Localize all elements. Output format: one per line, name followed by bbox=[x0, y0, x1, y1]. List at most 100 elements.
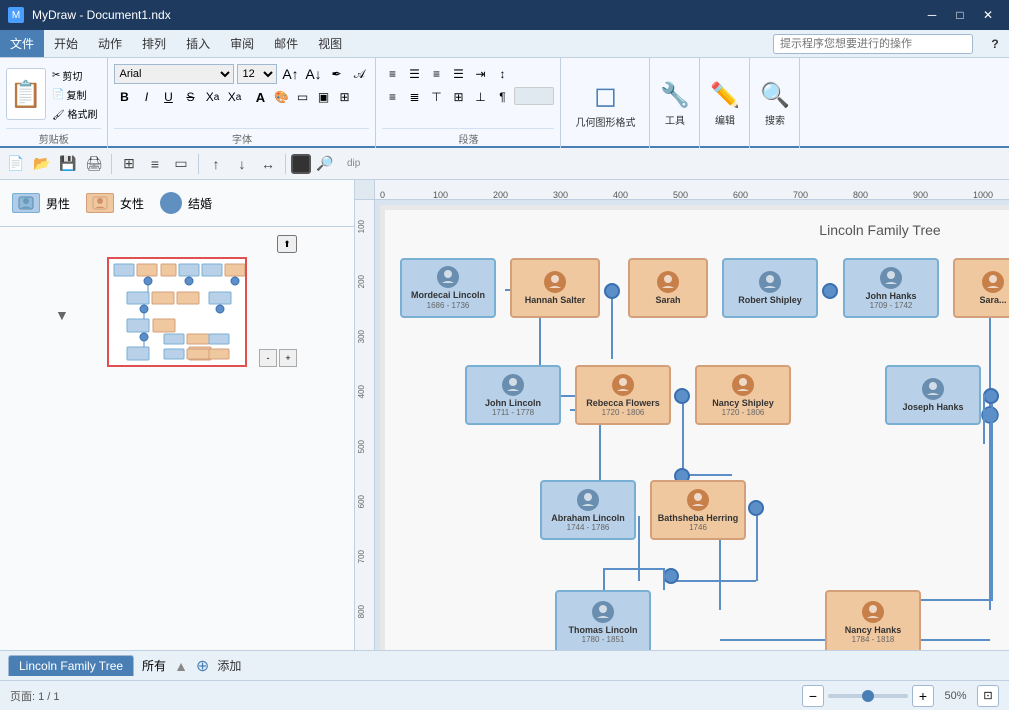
person-rebecca[interactable]: Rebecca Flowers 1720 - 1806 bbox=[575, 365, 671, 425]
person-sarah[interactable]: Sarah bbox=[628, 258, 708, 318]
valign-mid[interactable]: ⊞ bbox=[448, 87, 468, 107]
autofit-button[interactable]: ↔ bbox=[256, 152, 280, 176]
edit-button[interactable]: ✏️ 编辑 bbox=[710, 81, 740, 127]
maximize-button[interactable]: □ bbox=[947, 5, 973, 25]
list-view-button[interactable]: ≡ bbox=[143, 152, 167, 176]
frame-button[interactable] bbox=[291, 154, 311, 174]
sort-asc-button[interactable]: ↑ bbox=[204, 152, 228, 176]
person-abraham[interactable]: Abraham Lincoln 1744 - 1786 bbox=[540, 480, 636, 540]
person-john-lincoln[interactable]: John Lincoln 1711 - 1778 bbox=[465, 365, 561, 425]
clear-format-button[interactable]: ✒ bbox=[326, 64, 346, 84]
menu-item-review[interactable]: 审阅 bbox=[220, 30, 264, 57]
find-button[interactable]: 🔎 bbox=[313, 152, 337, 176]
new-file-button[interactable]: 📄 bbox=[4, 152, 28, 176]
strikethrough-button[interactable]: S bbox=[180, 87, 200, 107]
valign-bot[interactable]: ⊥ bbox=[470, 87, 490, 107]
copy-button[interactable]: 📄 复制 bbox=[48, 85, 101, 103]
person-bathsheba[interactable]: Bathsheba Herring 1746 bbox=[650, 480, 746, 540]
save-file-button[interactable]: 💾 bbox=[56, 152, 80, 176]
paragraph-mark[interactable]: ¶ bbox=[492, 87, 512, 107]
menu-item-view[interactable]: 视图 bbox=[308, 30, 352, 57]
format-copy-button[interactable]: 𝒜 bbox=[349, 64, 369, 84]
shadow-button[interactable]: ▣ bbox=[313, 87, 333, 107]
menu-item-file[interactable]: 文件 bbox=[0, 30, 44, 57]
conn-v2 bbox=[682, 404, 684, 474]
ribbon-edit-group: ✏️ 编辑 bbox=[700, 58, 750, 148]
indent-button[interactable]: ⇥ bbox=[470, 64, 490, 84]
font-family-select[interactable]: Arial bbox=[114, 64, 234, 84]
tab-add-label[interactable]: 添加 bbox=[217, 657, 241, 674]
menu-item-arrange[interactable]: 排列 bbox=[132, 30, 176, 57]
fit-to-window-button[interactable]: ⊡ bbox=[977, 685, 999, 707]
zoom-slider[interactable] bbox=[828, 694, 908, 698]
help-button[interactable]: ? bbox=[981, 30, 1009, 57]
person-sara2[interactable]: Sara... bbox=[953, 258, 1009, 318]
person-joseph-hanks[interactable]: Joseph Hanks bbox=[885, 365, 981, 425]
zoom-level: 50% bbox=[938, 690, 973, 702]
minimap-scroll-btn[interactable]: ⬆ bbox=[277, 235, 297, 253]
bold-button[interactable]: B bbox=[114, 87, 134, 107]
font-size-select[interactable]: 12 bbox=[237, 64, 277, 84]
person-hannah[interactable]: Hannah Salter bbox=[510, 258, 600, 318]
menu-item-mail[interactable]: 邮件 bbox=[264, 30, 308, 57]
canvas-scroll[interactable]: Lincoln Family Tree bbox=[375, 200, 1009, 650]
align-right-button[interactable]: ≡ bbox=[426, 64, 446, 84]
search-group-button[interactable]: 🔍 搜索 bbox=[760, 81, 790, 127]
tab-controls: 所有 ▲ ⊕ 添加 bbox=[142, 656, 241, 676]
search-input[interactable] bbox=[773, 34, 973, 54]
abraham-avatar bbox=[577, 489, 599, 511]
subscript-button[interactable]: Xa bbox=[202, 87, 222, 107]
thomas-dates: 1780 - 1851 bbox=[582, 635, 625, 644]
ribbon-font-group: Arial 12 A↑ A↓ ✒ 𝒜 B I U S Xa Xa A � bbox=[108, 58, 376, 148]
open-file-button[interactable]: 📂 bbox=[30, 152, 54, 176]
person-robert[interactable]: Robert Shipley bbox=[722, 258, 818, 318]
align-center-button[interactable]: ☰ bbox=[404, 64, 424, 84]
zoom-out-button[interactable]: − bbox=[802, 685, 824, 707]
numbered-button[interactable]: ≣ bbox=[404, 87, 424, 107]
minimap-zoom-in[interactable]: + bbox=[279, 349, 297, 367]
fill-color-button[interactable]: 🎨 bbox=[271, 87, 291, 107]
minimize-button[interactable]: ─ bbox=[919, 5, 945, 25]
person-mordecai[interactable]: Mordecai Lincoln 1686 - 1736 bbox=[400, 258, 496, 318]
menu-item-insert[interactable]: 插入 bbox=[176, 30, 220, 57]
geometry-format-button[interactable]: ◻ 几何图形格式 bbox=[575, 79, 635, 129]
ruler-vertical: 100 200 300 400 500 600 700 800 bbox=[355, 200, 375, 650]
superscript-button[interactable]: Xa bbox=[224, 87, 244, 107]
john-hanks-avatar bbox=[880, 267, 902, 289]
cut-button[interactable]: ✂ 剪切 bbox=[48, 66, 101, 84]
minimap-left-arrow[interactable]: ▼ bbox=[55, 307, 69, 323]
more-button[interactable]: ⊞ bbox=[334, 87, 354, 107]
menu-item-action[interactable]: 动作 bbox=[88, 30, 132, 57]
font-shrink-button[interactable]: A↓ bbox=[303, 64, 323, 84]
paste-button[interactable]: 📋 bbox=[6, 68, 46, 120]
person-john-hanks[interactable]: John Hanks 1709 - 1742 bbox=[843, 258, 939, 318]
italic-button[interactable]: I bbox=[136, 87, 156, 107]
sort-desc-button[interactable]: ↓ bbox=[230, 152, 254, 176]
justify-button[interactable]: ☰ bbox=[448, 64, 468, 84]
align-left-button[interactable]: ≡ bbox=[382, 64, 402, 84]
font-grow-button[interactable]: A↑ bbox=[280, 64, 300, 84]
tools-button[interactable]: 🔧 工具 bbox=[660, 81, 690, 127]
close-button[interactable]: ✕ bbox=[975, 5, 1001, 25]
spacing-button[interactable]: ↕ bbox=[492, 64, 512, 84]
person-nancy-hanks[interactable]: Nancy Hanks 1784 - 1818 bbox=[825, 590, 921, 650]
grid-view-button[interactable]: ⊞ bbox=[117, 152, 141, 176]
font-color-a[interactable]: A bbox=[250, 87, 270, 107]
bullets-button[interactable]: ≡ bbox=[382, 87, 402, 107]
person-thomas[interactable]: Thomas Lincoln 1780 - 1851 bbox=[555, 590, 651, 650]
toolbar: 📄 📂 💾 🖨 ⊞ ≡ ▭ ↑ ↓ ↔ 🔎 dip bbox=[0, 148, 1009, 180]
tab-lincoln-family-tree[interactable]: Lincoln Family Tree bbox=[8, 655, 134, 676]
menu-item-home[interactable]: 开始 bbox=[44, 30, 88, 57]
zoom-slider-thumb[interactable] bbox=[862, 690, 874, 702]
outline-button[interactable]: ▭ bbox=[292, 87, 312, 107]
person-nancy-shipley[interactable]: Nancy Shipley 1720 - 1806 bbox=[695, 365, 791, 425]
minimap-zoom-out[interactable]: - bbox=[259, 349, 277, 367]
add-tab-icon[interactable]: ⊕ bbox=[196, 656, 209, 676]
valign-top[interactable]: ⊤ bbox=[426, 87, 446, 107]
shape-button[interactable]: ▭ bbox=[169, 152, 193, 176]
print-button[interactable]: 🖨 bbox=[82, 152, 106, 176]
john-lincoln-avatar bbox=[502, 374, 524, 396]
underline-button[interactable]: U bbox=[158, 87, 178, 107]
zoom-in-button[interactable]: + bbox=[912, 685, 934, 707]
format-painter-button[interactable]: 🖌 格式刷 bbox=[48, 104, 101, 122]
